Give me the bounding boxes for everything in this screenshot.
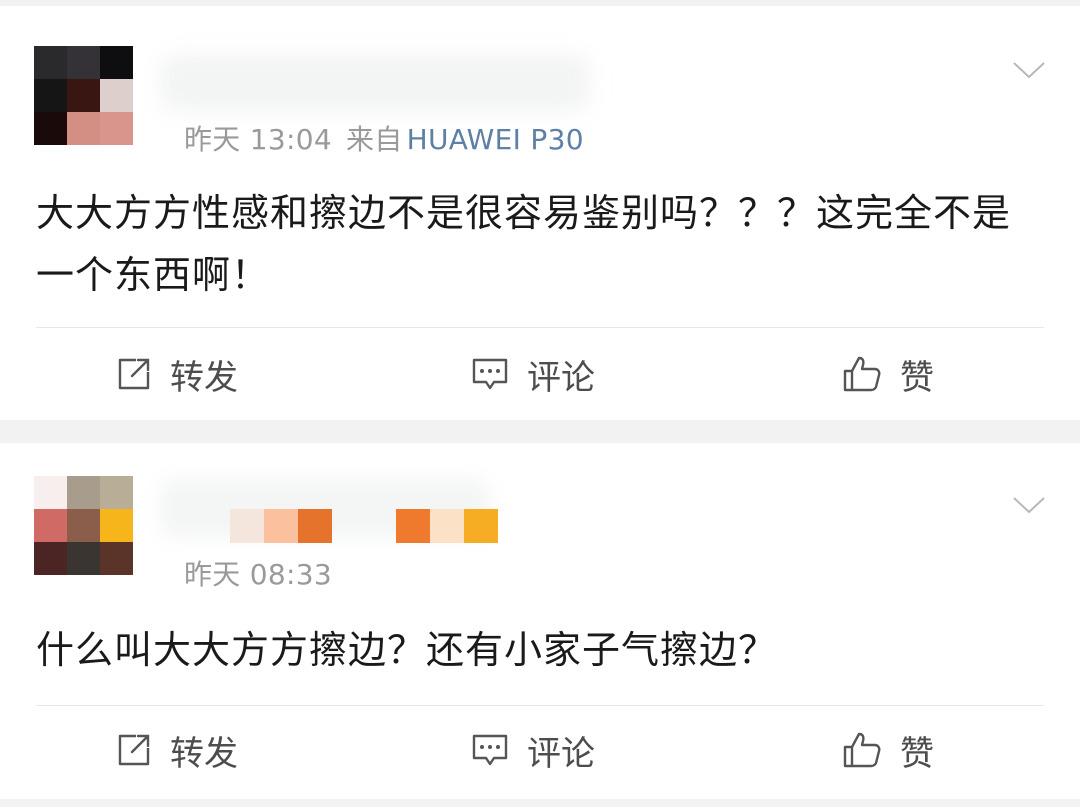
- comment-label: 评论: [527, 357, 595, 398]
- comment-card: 昨天 08:33 什么叫大大方方擦边？还有小家子气擦边？ 转发 评论 赞: [0, 443, 1080, 799]
- post-time: 昨天 13:04: [184, 123, 332, 156]
- repost-label: 转发: [170, 357, 238, 398]
- badge: [430, 509, 464, 543]
- comment-label: 评论: [527, 733, 595, 774]
- avatar[interactable]: [34, 46, 133, 145]
- divider: [36, 705, 1044, 706]
- comment-icon: [472, 734, 508, 766]
- action-bar: 转发 评论 赞: [0, 344, 1080, 404]
- like-button[interactable]: 赞: [842, 344, 934, 404]
- like-button[interactable]: 赞: [842, 720, 934, 780]
- avatar[interactable]: [34, 476, 133, 575]
- comment-text: 大大方方性感和擦边不是很容易鉴别吗？？？这完全不是一个东西啊！: [36, 191, 1012, 297]
- comment-button[interactable]: 评论: [471, 720, 595, 780]
- comment-text: 什么叫大大方方擦边？还有小家子气擦边？: [36, 628, 778, 672]
- badge: [230, 509, 264, 543]
- badge: [396, 509, 430, 543]
- divider: [36, 327, 1044, 328]
- comment-button[interactable]: 评论: [471, 344, 595, 404]
- action-bar: 转发 评论 赞: [0, 720, 1080, 780]
- badge: [264, 509, 298, 543]
- source-device-link[interactable]: HUAWEI P30: [407, 123, 584, 156]
- like-label: 赞: [900, 733, 934, 774]
- post-meta: 昨天 13:04 来自 HUAWEI P30: [184, 118, 584, 158]
- repost-label: 转发: [170, 733, 238, 774]
- chevron-down-icon[interactable]: [1012, 60, 1046, 80]
- thumbs-up-icon: [843, 732, 881, 768]
- repost-button[interactable]: 转发: [116, 344, 238, 404]
- post-time: 昨天 08:33: [184, 558, 332, 591]
- comment-card: 昨天 13:04 来自 HUAWEI P30 大大方方性感和擦边不是很容易鉴别吗？？…: [0, 6, 1080, 420]
- repost-button[interactable]: 转发: [116, 720, 238, 780]
- username[interactable]: [160, 54, 590, 112]
- post-meta: 昨天 08:33: [184, 553, 332, 593]
- source-label: 来自: [346, 123, 403, 156]
- share-icon: [118, 734, 150, 766]
- share-icon: [118, 358, 150, 390]
- like-label: 赞: [900, 357, 934, 398]
- badge: [298, 509, 332, 543]
- comment-icon: [472, 358, 508, 390]
- chevron-down-icon[interactable]: [1012, 495, 1046, 515]
- thumbs-up-icon: [843, 356, 881, 392]
- badge: [464, 509, 498, 543]
